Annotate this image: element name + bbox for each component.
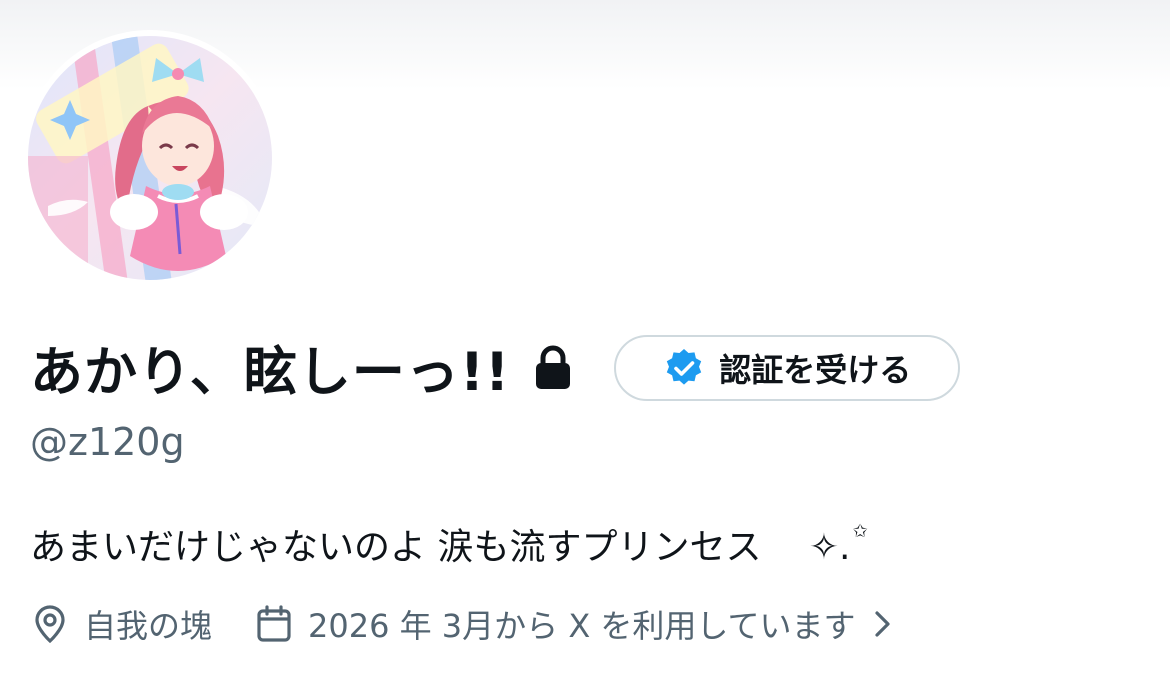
bio-sparkle: ✩ bbox=[852, 521, 868, 542]
chevron-right-icon bbox=[871, 607, 895, 641]
location-pin-icon bbox=[30, 604, 70, 644]
avatar[interactable] bbox=[28, 36, 272, 280]
profile-bio: あまいだけじゃないのよ 涙も流すプリンセス ✧. ✩ bbox=[30, 518, 868, 570]
profile-meta: 自我の塊 2026 年 3月から X を利用しています bbox=[30, 598, 895, 650]
bio-text: あまいだけじゃないのよ 涙も流すプリンセス ✧. bbox=[30, 527, 851, 568]
lock-icon bbox=[532, 345, 574, 391]
calendar-icon bbox=[254, 604, 294, 644]
username-handle: @z120g bbox=[30, 420, 185, 464]
location-text: 自我の塊 bbox=[84, 607, 213, 645]
joined-text: 2026 年 3月から X を利用しています bbox=[308, 607, 856, 645]
display-name: あかり、眩しーっ!! bbox=[30, 342, 511, 403]
get-verified-button[interactable]: 認証を受ける bbox=[614, 335, 961, 401]
joined-date-link[interactable]: 2026 年 3月から X を利用しています bbox=[254, 601, 895, 647]
name-row: あかり、眩しーっ!! 認証を受ける bbox=[30, 328, 961, 408]
verified-badge-icon bbox=[663, 347, 705, 389]
get-verified-label: 認証を受ける bbox=[719, 351, 912, 389]
